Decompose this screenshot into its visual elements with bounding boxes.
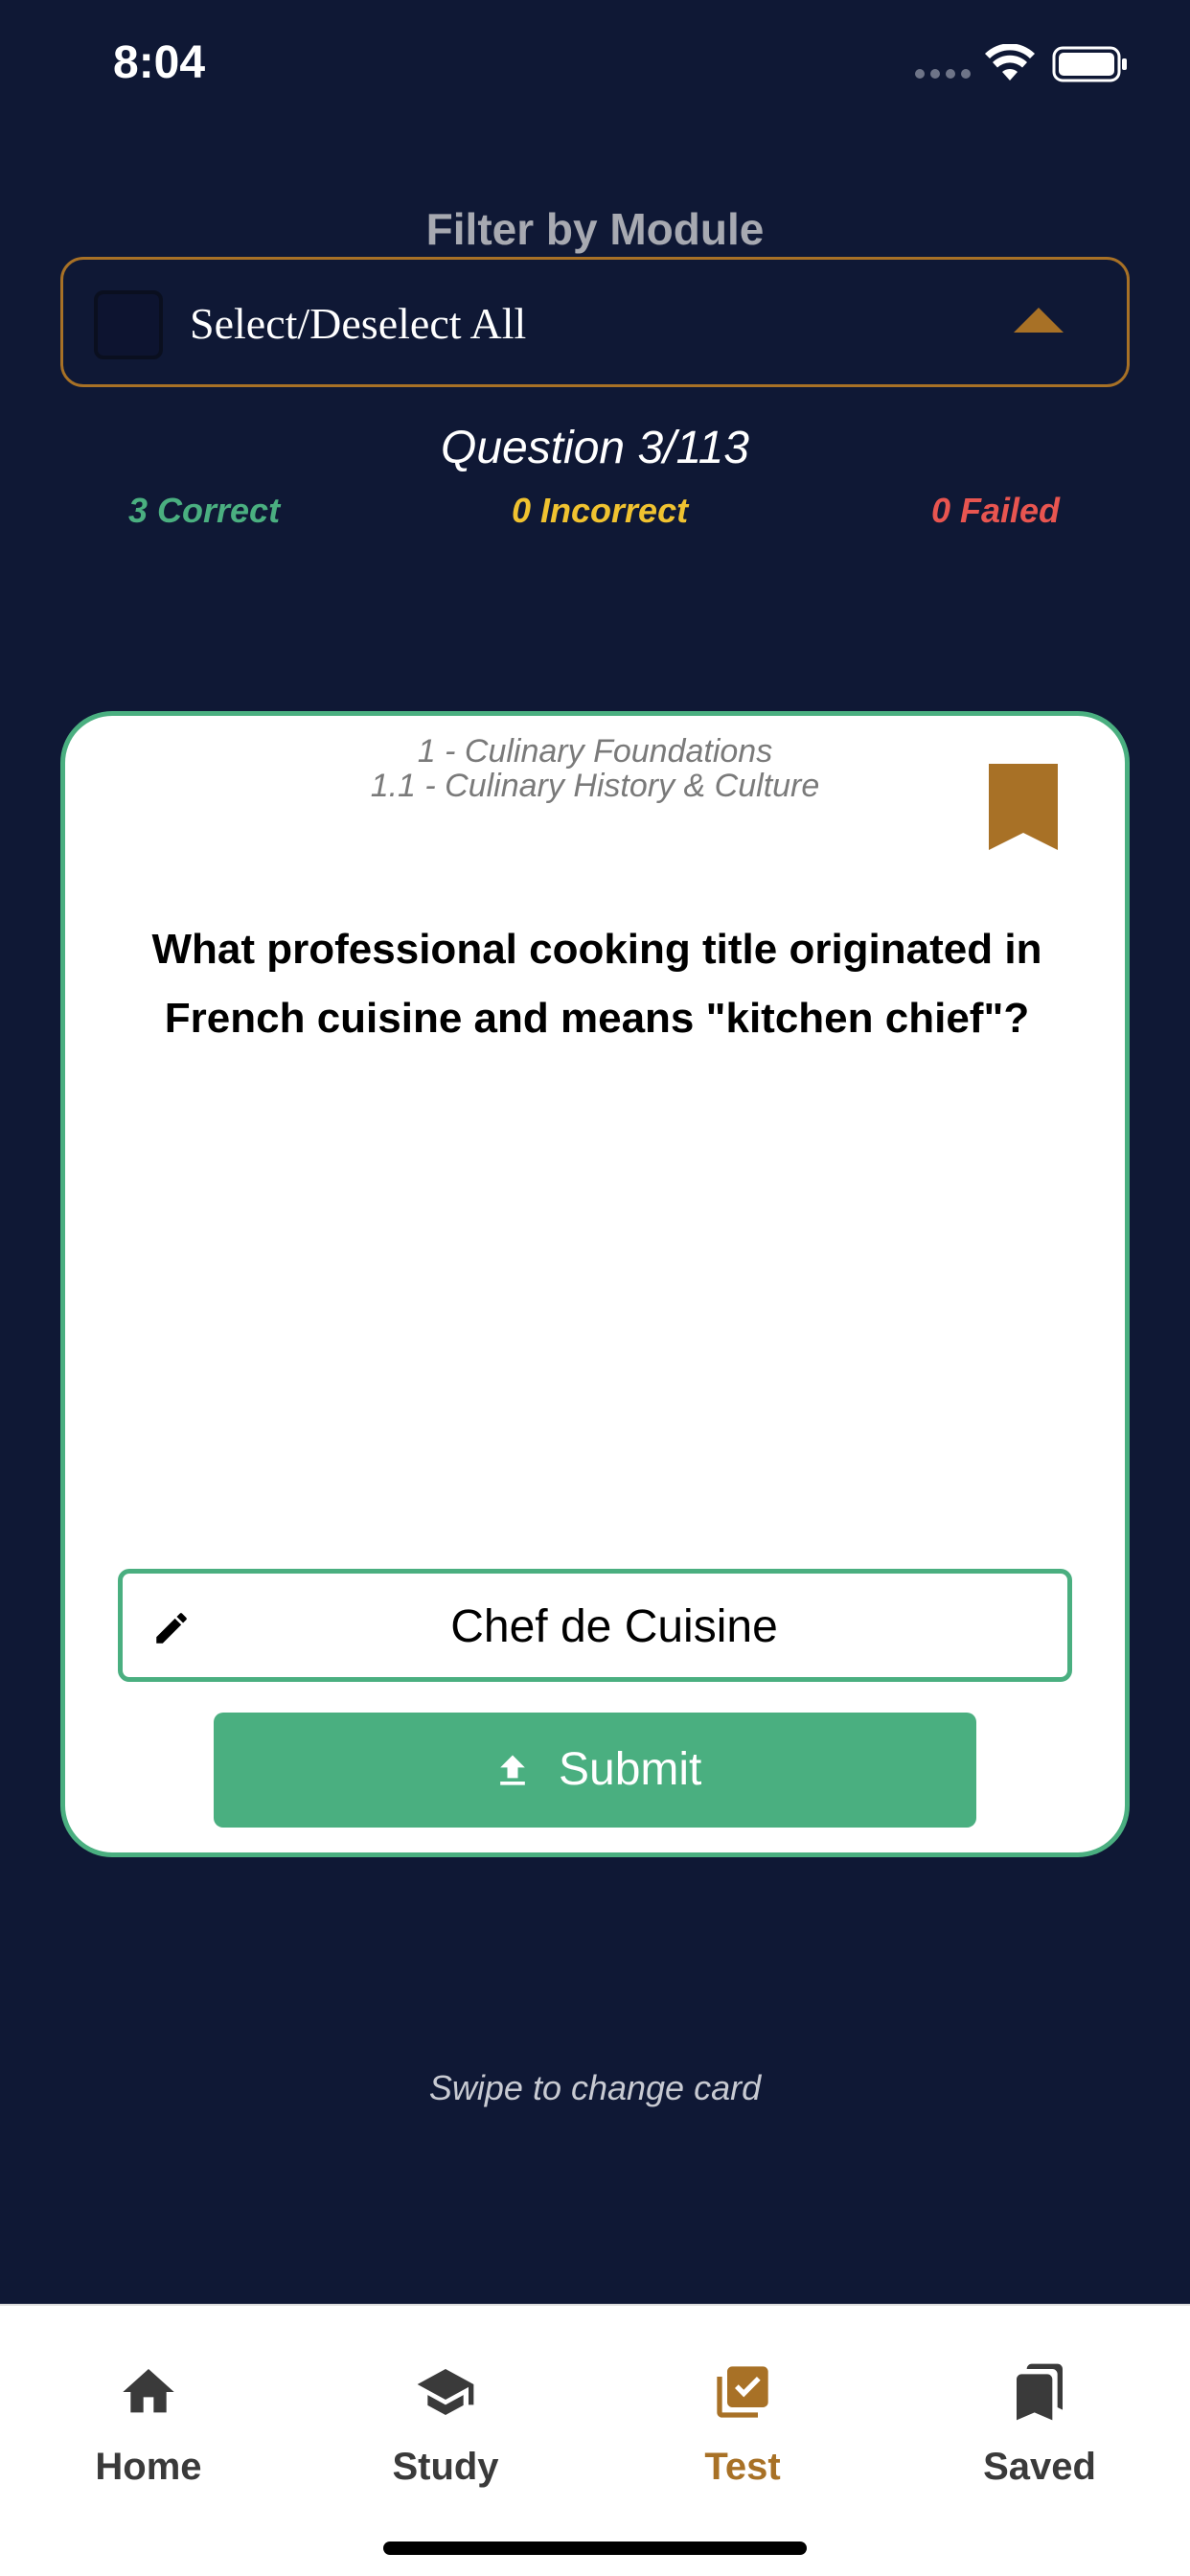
status-time: 8:04 (113, 37, 206, 88)
tab-label: Home (95, 2446, 202, 2488)
tab-label: Study (392, 2446, 499, 2488)
tab-saved[interactable]: Saved (891, 2306, 1188, 2517)
incorrect-count: 0 Incorrect (512, 491, 689, 530)
question-text: What professional cooking title originat… (151, 926, 1042, 1042)
answer-input[interactable]: Chef de Cuisine (118, 1569, 1072, 1682)
submit-label: Submit (559, 1744, 702, 1795)
tab-test[interactable]: Test (594, 2306, 891, 2517)
signal-icon (915, 69, 971, 82)
chevron-up-icon[interactable] (1014, 308, 1064, 333)
question-counter: Question 3/113 (440, 423, 749, 473)
bookmarks-icon (1017, 2363, 1063, 2421)
card-submodule: 1.1 - Culinary History & Culture (370, 768, 820, 804)
tab-study[interactable]: Study (297, 2306, 594, 2517)
upload-icon (500, 1755, 525, 1785)
answer-value: Chef de Cuisine (450, 1601, 778, 1652)
failed-count: 0 Failed (931, 491, 1061, 530)
swipe-hint: Swipe to change card (428, 2068, 762, 2107)
module-filter-dropdown[interactable]: Select/Deselect All (60, 257, 1130, 387)
card-module: 1 - Culinary Foundations (417, 733, 773, 770)
home-indicator (383, 2542, 807, 2555)
bookmark-icon[interactable] (989, 764, 1058, 850)
graduation-cap-icon (417, 2369, 474, 2415)
tab-home[interactable]: Home (0, 2306, 297, 2517)
tab-bar: Home Study Test Saved (0, 2304, 1190, 2576)
tab-label: Test (704, 2446, 781, 2488)
submit-button[interactable]: Submit (214, 1713, 976, 1828)
select-all-checkbox[interactable] (94, 290, 163, 359)
home-icon (123, 2369, 174, 2413)
filter-label: Filter by Module (425, 204, 765, 254)
select-all-label: Select/Deselect All (190, 299, 527, 348)
status-bar: 8:04 (0, 0, 1190, 134)
battery-icon (1052, 46, 1127, 82)
question-card[interactable]: 1 - Culinary Foundations 1.1 - Culinary … (60, 711, 1130, 1857)
wifi-icon (985, 44, 1035, 80)
correct-count: 3 Correct (128, 491, 281, 530)
checked-box-icon (717, 2366, 768, 2418)
tab-label: Saved (983, 2446, 1096, 2488)
